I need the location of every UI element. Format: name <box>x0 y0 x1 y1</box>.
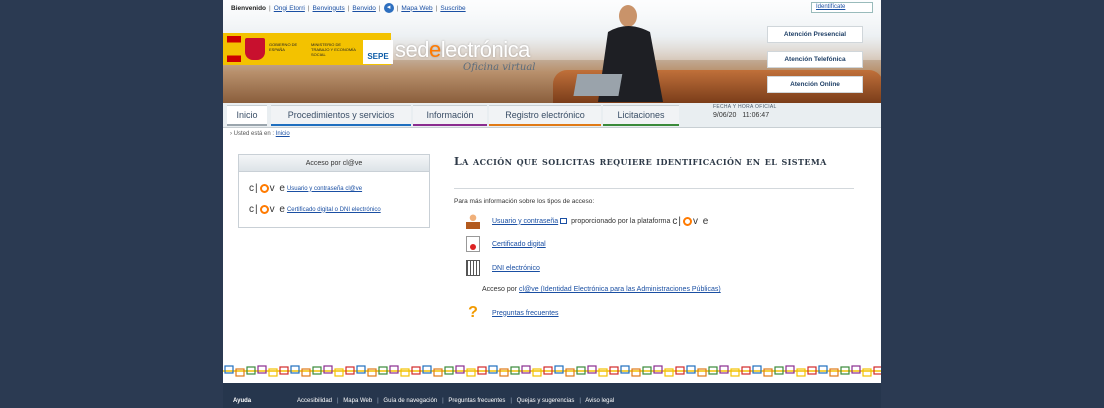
footer-quejas-link[interactable]: Quejas y sugerencias <box>517 398 575 404</box>
lang-euskera-link[interactable]: Ongi Etorri <box>274 5 305 12</box>
tab-inicio[interactable]: Inicio <box>227 105 267 126</box>
audio-icon[interactable]: ◂ <box>383 3 394 13</box>
identificate-button[interactable]: Identifícate <box>811 2 873 13</box>
clave-usuario-link[interactable]: Usuario y contraseña cl@ve <box>287 186 362 192</box>
tab-underline <box>603 124 679 126</box>
tab-informacion[interactable]: Información <box>413 105 487 126</box>
footer-ayuda-label: Ayuda <box>233 398 252 404</box>
welcome-label: Bienvenido <box>231 4 267 12</box>
usuario-contrasena-link[interactable]: Usuario y contraseña <box>492 218 558 225</box>
brand-part-e: e <box>428 37 441 62</box>
sede-electronica-logo: sedelectrónica <box>395 37 530 63</box>
lang-catala-link[interactable]: Benvinguts <box>313 5 345 12</box>
footer-preguntas-link[interactable]: Preguntas frecuentes <box>448 398 505 404</box>
certificate-icon <box>466 236 480 252</box>
tab-informacion-label: Información <box>426 110 474 120</box>
fecha-time: 11:06:47 <box>742 112 770 119</box>
atencion-online-button[interactable]: Atención Online <box>767 76 863 93</box>
clave-usuario-option[interactable]: c| v e Usuario y contraseña cl@ve <box>249 183 362 194</box>
tab-underline <box>227 124 267 126</box>
fecha-date: 9/06/20 <box>713 112 737 119</box>
footer-guia-link[interactable]: Guía de navegación <box>383 398 437 404</box>
suscribe-link[interactable]: Suscribe <box>440 5 465 12</box>
breadcrumb-prefix: › Usted está en : <box>230 131 275 137</box>
info-row-dni: DNI electrónico <box>466 260 540 276</box>
footer: Ayuda Accesibilidad | Mapa Web | Guía de n… <box>223 383 881 408</box>
tab-licitaciones[interactable]: Licitaciones <box>603 105 679 126</box>
footer-accesibilidad-link[interactable]: Accesibilidad <box>297 398 332 404</box>
footer-links: Accesibilidad | Mapa Web | Guía de navegac… <box>297 398 615 404</box>
info-intro-text: Para más información sobre los tipos de … <box>454 198 595 205</box>
footer-mapa-web-link[interactable]: Mapa Web <box>343 398 372 404</box>
question-mark-icon: ? <box>468 304 478 321</box>
info-row-usuario: Usuario y contraseña proporcionado por l… <box>466 213 709 229</box>
spain-flag-icon <box>227 36 241 62</box>
coat-of-arms-icon <box>245 38 265 60</box>
fecha-value: 9/06/20 11:06:47 <box>713 112 775 119</box>
certificado-digital-link[interactable]: Certificado digital <box>492 241 546 248</box>
user-icon <box>466 213 480 229</box>
breadcrumb-inicio-link[interactable]: Inicio <box>276 131 290 137</box>
header-banner: Bienvenido | Ongi Etorri | Benvinguts | Ben… <box>223 0 881 103</box>
info-row-acceso: Acceso por cl@ve (Identidad Electrónica … <box>480 286 721 293</box>
tab-registro-label: Registro electrónico <box>505 110 585 120</box>
decorative-band <box>223 365 881 377</box>
sepe-logo: SEPE <box>363 40 393 64</box>
main-nav: Inicio Procedimientos y servicios Inform… <box>223 103 881 128</box>
atencion-telefonica-button[interactable]: Atención Telefónica <box>767 51 863 68</box>
info-row-faq: ? Preguntas frecuentes <box>466 304 559 321</box>
tab-procedimientos[interactable]: Procedimientos y servicios <box>271 105 411 126</box>
tab-underline <box>489 124 601 126</box>
clave-logo-icon: c| v e <box>249 183 286 194</box>
clave-certificado-option[interactable]: c| v e Certificado digital o DNI electrón… <box>249 204 381 215</box>
atencion-presencial-button[interactable]: Atención Presencial <box>767 26 863 43</box>
breadcrumb: › Usted está en : Inicio <box>230 131 290 137</box>
fecha-label: FECHA Y HORA OFICIAL <box>713 104 777 110</box>
tab-procedimientos-label: Procedimientos y servicios <box>287 110 395 120</box>
header-photo-man <box>573 5 663 102</box>
mapa-web-link[interactable]: Mapa Web <box>401 5 432 12</box>
info-row-certificado: Certificado digital <box>466 236 546 252</box>
brand-part-b: lectrónica <box>440 37 531 62</box>
tab-licitaciones-label: Licitaciones <box>617 110 665 120</box>
clave-certificado-link[interactable]: Certificado digital o DNI electrónico <box>287 207 381 213</box>
external-link-icon <box>560 218 568 224</box>
tab-underline <box>413 124 487 126</box>
tab-inicio-label: Inicio <box>236 110 258 120</box>
tab-underline <box>271 124 411 126</box>
clave-identidad-link[interactable]: cl@ve (Identidad Electrónica para las Ad… <box>519 286 721 293</box>
page-title: La acción que solicitas requiere identif… <box>454 155 827 168</box>
title-divider <box>454 188 854 189</box>
ministerio-label: MINISTERIO DE TRABAJO Y ECONOMÍA SOCIAL <box>311 42 356 57</box>
lang-galego-link[interactable]: Benvido <box>352 5 376 12</box>
usuario-text: proporcionado por la plataforma <box>571 217 671 225</box>
acceso-prefix: Acceso por <box>482 286 518 293</box>
gobierno-label: GOBIERNO DE ESPAÑA <box>269 42 298 52</box>
tab-registro[interactable]: Registro electrónico <box>489 105 601 126</box>
top-links: Bienvenido | Ongi Etorri | Benvinguts | Ben… <box>231 3 466 13</box>
acceso-clave-title: Acceso por cl@ve <box>239 155 429 172</box>
sede-page: Bienvenido | Ongi Etorri | Benvinguts | Ben… <box>223 0 881 408</box>
brand-part-a: sed <box>395 37 429 62</box>
oficina-virtual-tagline: Oficina virtual <box>463 62 536 73</box>
clave-logo-icon: c| v e <box>249 204 286 215</box>
acceso-clave-box: Acceso por cl@ve c| v e Usuario y contras… <box>238 154 430 228</box>
clave-logo-icon: c| v e <box>672 215 710 227</box>
footer-aviso-legal-link[interactable]: Aviso legal <box>585 398 614 404</box>
dni-chip-icon <box>466 260 480 276</box>
preguntas-frecuentes-link[interactable]: Preguntas frecuentes <box>492 310 559 317</box>
dni-electronico-link[interactable]: DNI electrónico <box>492 265 540 272</box>
